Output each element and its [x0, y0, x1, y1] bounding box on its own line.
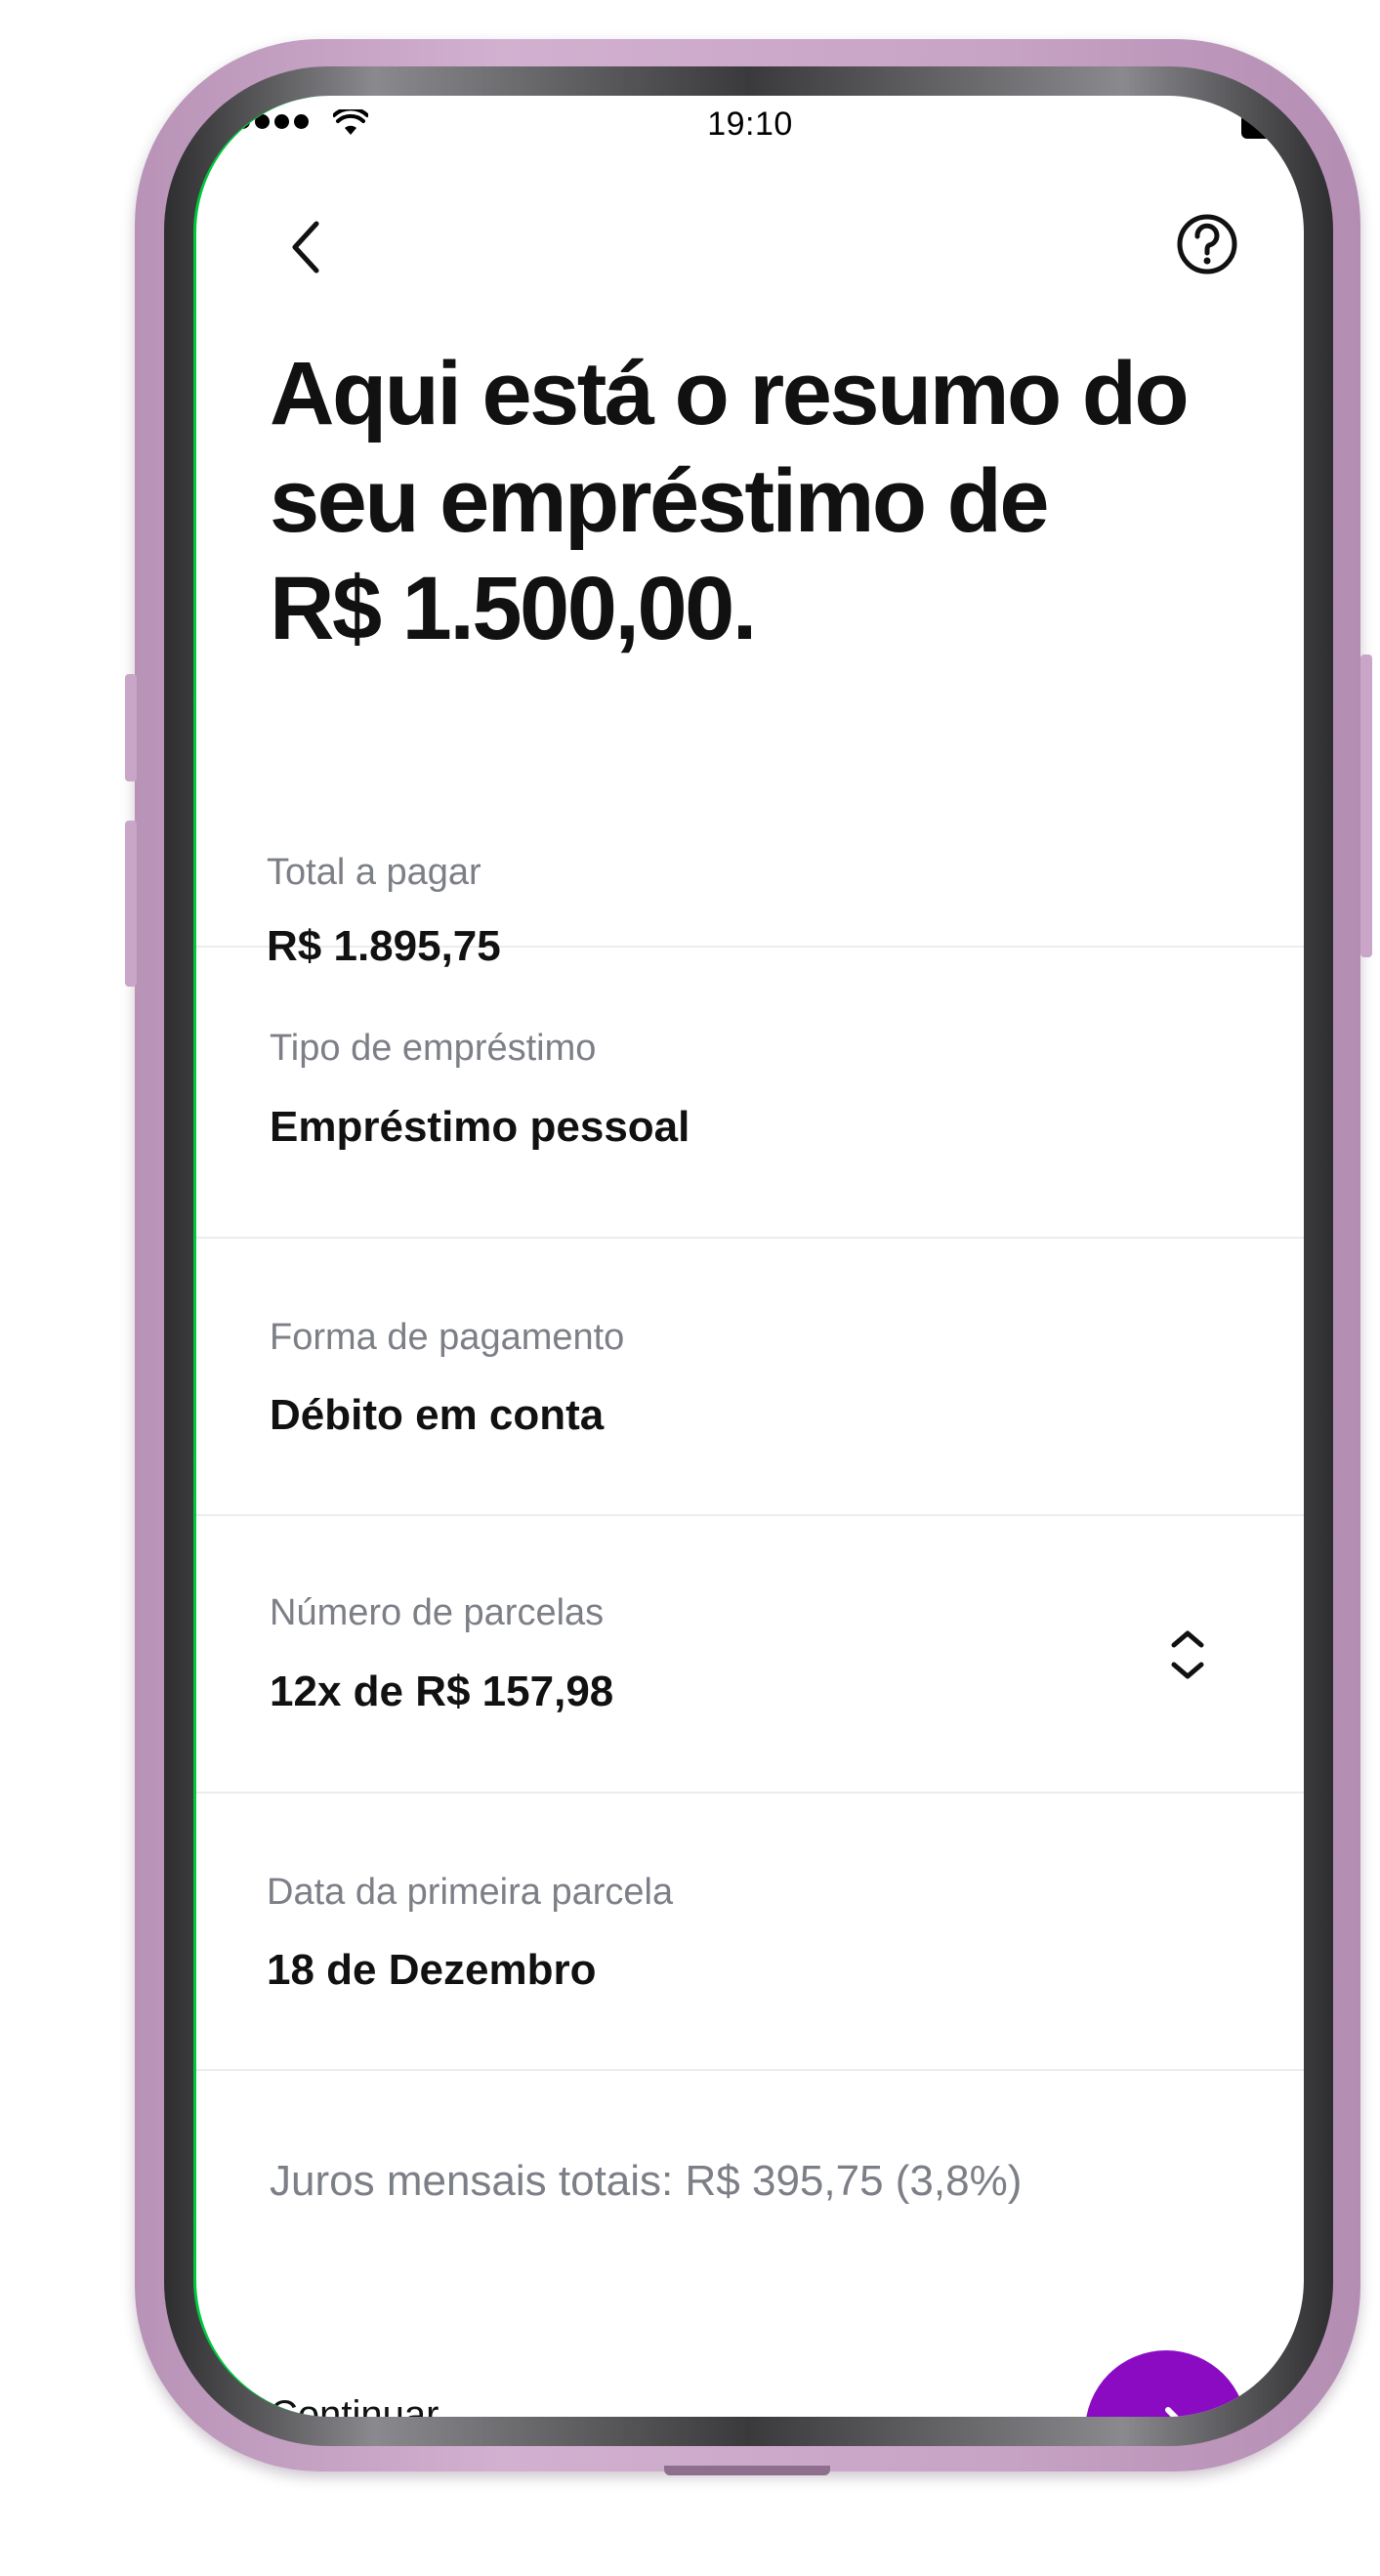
row-label: Data da primeira parcela: [267, 1872, 674, 1913]
summary-row-loan-type: Tipo de empréstimo Empréstimo pessoal: [196, 948, 1304, 1239]
arrow-right-icon: [1165, 2407, 1180, 2417]
chevron-up-down-icon[interactable]: [1163, 1626, 1212, 1684]
row-label: Total a pagar: [267, 852, 481, 893]
monthly-interest-text: Juros mensais totais: R$ 395,75 (3,8%): [270, 2157, 1023, 2205]
charging-port: [664, 2466, 830, 2475]
summary-row-first-installment: Data da primeira parcela 18 de Dezembro: [196, 1794, 1304, 2071]
app-screen: 19:10 Aqui está o resumo do seu emprésti…: [193, 96, 1304, 2417]
row-label: Tipo de empréstimo: [270, 1028, 597, 1069]
battery-icon: [1241, 113, 1304, 139]
row-label: Forma de pagamento: [270, 1317, 625, 1358]
continue-button[interactable]: [1085, 2350, 1247, 2417]
row-value: Débito em conta: [270, 1391, 605, 1439]
continue-label: Continuar: [270, 2393, 439, 2417]
chevron-left-icon: [292, 221, 319, 274]
help-button[interactable]: [1173, 210, 1241, 278]
row-label: Número de parcelas: [270, 1592, 605, 1633]
summary-row-total: Total a pagar R$ 1.895,75: [196, 799, 1304, 970]
row-value: 18 de Dezembro: [267, 1946, 597, 1994]
question-circle-icon: [1177, 214, 1237, 274]
status-bar: 19:10: [196, 96, 1304, 158]
page-title: Aqui está o resumo do seu empréstimo de …: [270, 344, 1190, 658]
side-button-mute: [125, 674, 137, 781]
side-button-volume: [125, 821, 137, 987]
summary-row-installments[interactable]: Número de parcelas 12x de R$ 157,98: [196, 1516, 1304, 1794]
row-value: 12x de R$ 157,98: [270, 1668, 614, 1715]
back-button[interactable]: [272, 213, 341, 281]
status-time: 19:10: [707, 106, 793, 143]
rates-section: Juros mensais totais: R$ 395,75 (3,8%): [196, 2147, 1304, 2284]
side-button-power: [1360, 655, 1372, 957]
row-value: Empréstimo pessoal: [270, 1103, 690, 1151]
summary-row-payment-method: Forma de pagamento Débito em conta: [196, 1239, 1304, 1516]
